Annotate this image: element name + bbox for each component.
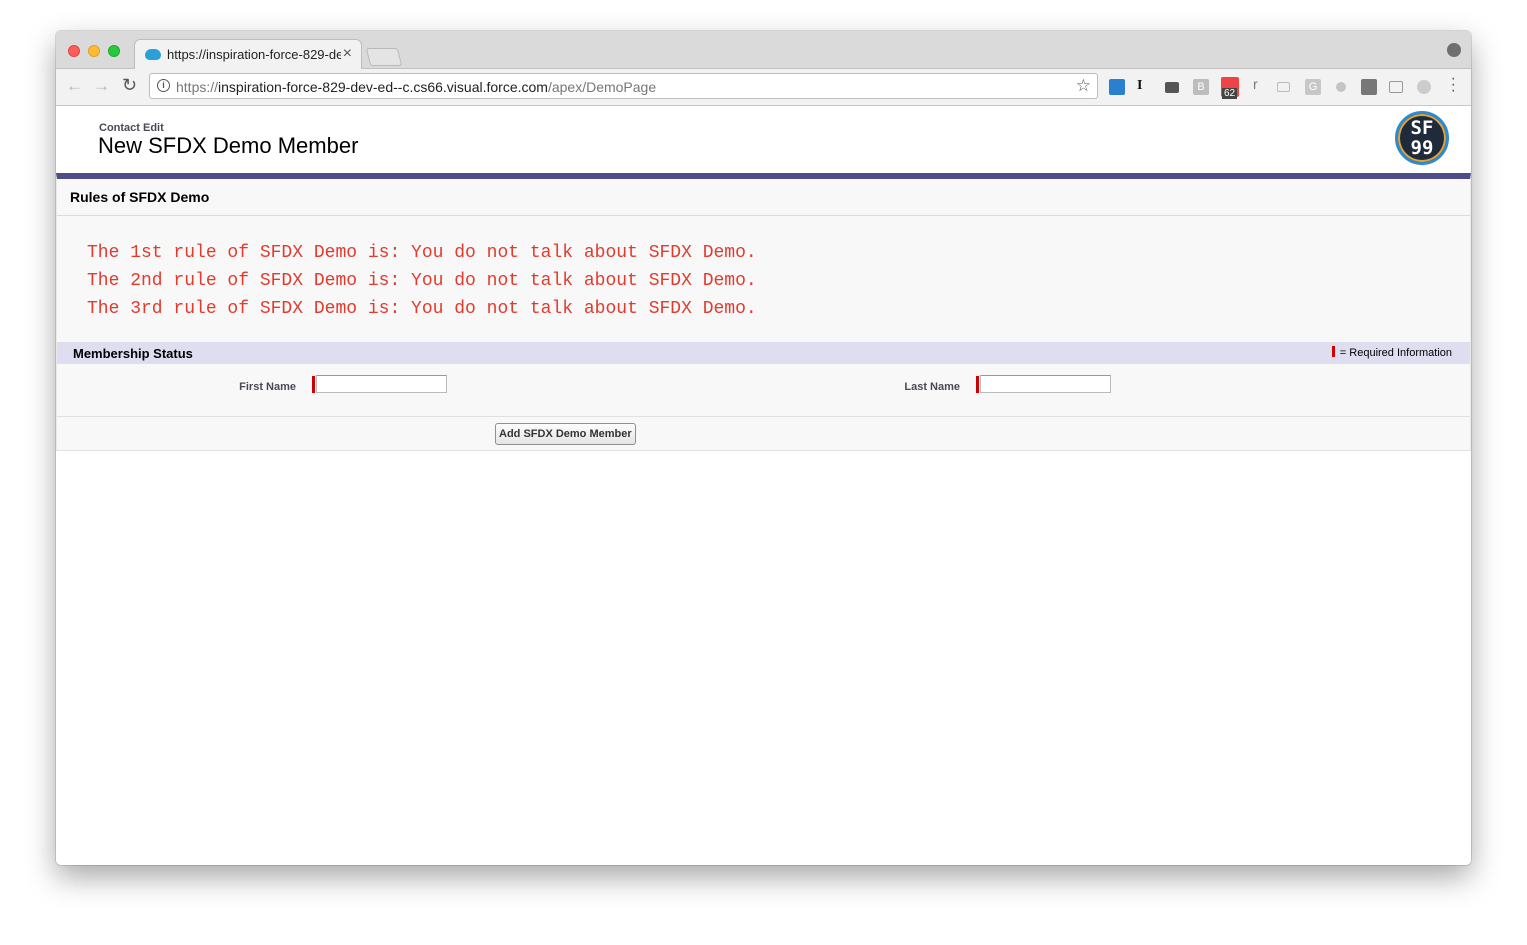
page-title: New SFDX Demo Member	[98, 133, 359, 158]
page-block: Rules of SFDX Demo The 1st rule of SFDX …	[56, 173, 1471, 451]
square-icon[interactable]	[1361, 79, 1377, 95]
required-legend: = Required Information	[1331, 346, 1452, 359]
section-title: Membership Status	[73, 346, 193, 361]
page-header: Contact Edit New SFDX Demo Member SF 99	[56, 106, 1471, 173]
sf99-logo: SF 99	[1395, 111, 1449, 165]
new-tab-button[interactable]	[365, 48, 403, 66]
salesforce-cloud-icon	[145, 49, 161, 60]
button-row-divider	[57, 416, 1470, 417]
calendar-badge: 62	[1222, 88, 1238, 99]
browser-window: https://inspiration-force-829-dev-ed--c.…	[56, 31, 1471, 865]
add-member-button[interactable]: Add SFDX Demo Member	[495, 423, 636, 445]
window-minimize-button[interactable]	[88, 45, 100, 57]
menu-dots-icon[interactable]: · · ·	[1451, 71, 1456, 99]
bookmark-star-icon[interactable]: ☆	[1076, 76, 1091, 96]
forward-arrow-icon[interactable]: →	[93, 76, 110, 96]
instapaper-icon[interactable]: I	[1137, 78, 1153, 94]
required-marker	[1331, 346, 1335, 357]
rules-list: The 1st rule of SFDX Demo is: You do not…	[87, 239, 757, 323]
window-close-button[interactable]	[68, 45, 80, 57]
browser-toolbar: ← → ↻ i https://inspiration-force-829-de…	[56, 69, 1471, 106]
url-text[interactable]: https://inspiration-force-829-dev-ed--c.…	[176, 79, 656, 95]
profile-icon[interactable]	[1447, 43, 1461, 57]
b-icon[interactable]: B	[1193, 79, 1209, 95]
r-icon[interactable]: r	[1253, 76, 1269, 92]
rule-text: The 1st rule of SFDX Demo is: You do not…	[87, 243, 757, 263]
tab-title: https://inspiration-force-829-dev-ed--c.…	[167, 47, 341, 62]
dot-icon[interactable]	[1336, 82, 1346, 92]
page-content: Contact Edit New SFDX Demo Member SF 99 …	[56, 106, 1471, 865]
envelope-icon[interactable]	[1277, 82, 1290, 92]
required-marker	[312, 376, 315, 393]
mail-icon[interactable]	[1165, 82, 1179, 93]
last-name-input[interactable]	[980, 375, 1111, 393]
first-name-input[interactable]	[316, 375, 447, 393]
rule-text: The 3rd rule of SFDX Demo is: You do not…	[87, 299, 757, 319]
reload-icon[interactable]: ↻	[122, 75, 137, 96]
tab-close-icon[interactable]: ×	[343, 45, 352, 63]
back-arrow-icon[interactable]: ←	[66, 76, 83, 96]
trello-icon[interactable]	[1109, 79, 1125, 95]
tab-active[interactable]: https://inspiration-force-829-dev-ed--c.…	[134, 39, 362, 69]
info-icon[interactable]: i	[157, 79, 170, 92]
check-icon[interactable]	[1389, 81, 1403, 93]
g-icon[interactable]: G	[1305, 79, 1321, 95]
address-bar[interactable]: i https://inspiration-force-829-dev-ed--…	[149, 73, 1098, 99]
u-icon[interactable]	[1417, 80, 1431, 94]
last-name-label: Last Name	[904, 381, 960, 393]
first-name-label: First Name	[239, 381, 296, 393]
window-maximize-button[interactable]	[108, 45, 120, 57]
required-marker	[976, 376, 979, 393]
block-title: Rules of SFDX Demo	[57, 179, 1470, 216]
rule-text: The 2nd rule of SFDX Demo is: You do not…	[87, 271, 757, 291]
tab-strip: https://inspiration-force-829-dev-ed--c.…	[56, 31, 1471, 69]
section-header: Membership Status = Required Information	[57, 342, 1470, 364]
